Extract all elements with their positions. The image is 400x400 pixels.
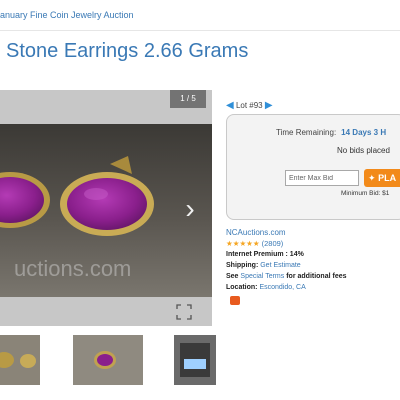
terms-suffix: for additional fees xyxy=(286,273,347,280)
minimum-bid: Minimum Bid: $1 xyxy=(341,190,390,197)
seller-rating: ★★★★★ (2809) xyxy=(226,239,283,248)
prev-lot-icon[interactable]: ◀ xyxy=(226,100,234,111)
chevron-right-icon[interactable]: › xyxy=(178,192,202,226)
seller-name[interactable]: NCAuctions.com xyxy=(226,228,286,237)
divider xyxy=(0,30,400,31)
time-remaining: Time Remaining: 14 Days 3 H xyxy=(276,128,386,137)
breadcrumb[interactable]: anuary Fine Coin Jewelry Auction xyxy=(0,10,400,20)
time-value: 14 Days 3 H xyxy=(341,128,387,137)
star-rating-icon: ★★★★★ xyxy=(226,239,260,248)
thumbnail[interactable] xyxy=(174,335,216,385)
shipping-icon[interactable] xyxy=(230,296,240,305)
place-bid-button[interactable]: ✦ PLA xyxy=(364,169,400,187)
thumbnail[interactable] xyxy=(73,335,143,385)
max-bid-input[interactable] xyxy=(285,170,359,186)
terms-line: See Special Terms for additional fees xyxy=(226,273,347,280)
thumbnail[interactable] xyxy=(0,335,40,385)
shipping-line: Shipping: Get Estimate xyxy=(226,262,301,269)
image-counter: 1 / 5 xyxy=(170,90,206,108)
page-title: Stone Earrings 2.66 Grams xyxy=(6,40,249,62)
thumbnail-strip xyxy=(0,335,400,385)
bids-status: No bids placed xyxy=(337,146,390,155)
location-label: Location: xyxy=(226,284,258,291)
rating-count[interactable]: (2809) xyxy=(262,239,284,248)
place-bid-label: PLA xyxy=(378,173,397,183)
time-label: Time Remaining: xyxy=(276,128,337,137)
see-text: See xyxy=(226,273,239,280)
special-terms-link[interactable]: Special Terms xyxy=(240,273,284,280)
internet-premium: Internet Premium : 14% xyxy=(226,251,304,258)
expand-icon[interactable] xyxy=(176,304,192,320)
watermark-text: uctions.com xyxy=(14,256,131,281)
location-line: Location: Escondido, CA xyxy=(226,284,306,291)
premium-label: Internet Premium xyxy=(226,251,284,258)
location-link[interactable]: Escondido, CA xyxy=(259,284,305,291)
lot-number: Lot #93 xyxy=(235,101,263,110)
shipping-label: Shipping: xyxy=(226,262,259,269)
gavel-icon: ✦ xyxy=(368,173,376,183)
shipping-estimate-link[interactable]: Get Estimate xyxy=(260,262,300,269)
lot-nav: ◀ Lot #93 ▶ xyxy=(226,100,273,111)
premium-value: : 14% xyxy=(285,251,304,258)
next-lot-icon[interactable]: ▶ xyxy=(265,100,273,111)
